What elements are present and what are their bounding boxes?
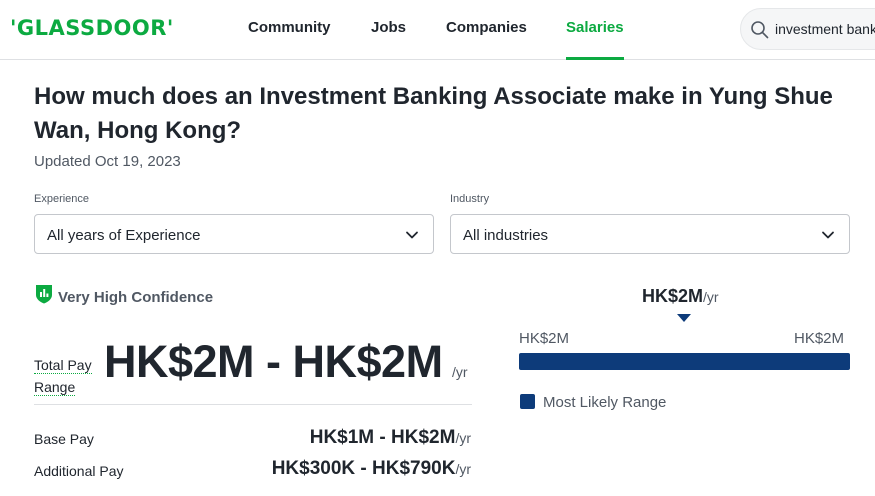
confidence-label: Very High Confidence — [58, 289, 214, 306]
base-pay-value: HK$1M - HK$2M/yr — [310, 427, 471, 449]
search-input[interactable]: investment bank — [740, 8, 875, 50]
legend-swatch — [520, 394, 535, 409]
nav-salaries[interactable]: Salaries — [566, 19, 624, 36]
updated-date: Updated Oct 19, 2023 — [34, 153, 181, 170]
top-navigation: 'GLASSDOOR' Community Jobs Companies Sal… — [0, 0, 875, 60]
page-title: How much does an Investment Banking Asso… — [34, 83, 833, 144]
experience-select[interactable]: All years of Experience — [34, 214, 434, 254]
additional-pay-value: HK$300K - HK$790K/yr — [272, 458, 471, 480]
industry-select[interactable]: All industries — [450, 214, 850, 254]
nav-companies[interactable]: Companies — [446, 19, 527, 36]
active-nav-indicator — [566, 57, 624, 60]
industry-value: All industries — [463, 227, 549, 244]
median-marker — [677, 314, 691, 322]
experience-value: All years of Experience — [47, 227, 201, 244]
glassdoor-logo[interactable]: 'GLASSDOOR' — [10, 16, 174, 40]
additional-pay-unit: /yr — [455, 461, 471, 477]
search-query: investment bank — [775, 21, 875, 37]
chevron-down-icon — [822, 231, 834, 239]
nav-community[interactable]: Community — [248, 19, 331, 36]
additional-pay-amount: HK$300K - HK$790K — [271, 458, 456, 479]
base-pay-unit: /yr — [455, 430, 471, 446]
legend-label: Most Likely Range — [543, 394, 667, 411]
median-pay: HK$2M/yr — [642, 286, 719, 307]
range-high-label: HK$2M — [794, 330, 845, 347]
nav-jobs[interactable]: Jobs — [371, 19, 406, 36]
experience-label: Experience — [34, 193, 90, 205]
base-pay-label: Base Pay — [34, 431, 94, 447]
chevron-down-icon — [406, 231, 418, 239]
industry-label: Industry — [450, 193, 490, 205]
most-likely-range-bar — [519, 353, 850, 370]
total-pay-label-text: Total Pay Range — [34, 357, 92, 396]
search-icon — [751, 21, 769, 39]
range-low-label: HK$2M — [519, 330, 570, 347]
total-pay-label[interactable]: Total Pay Range — [34, 354, 106, 398]
median-pay-unit: /yr — [703, 289, 719, 305]
divider — [34, 404, 472, 405]
shield-chart-icon — [36, 285, 52, 304]
median-pay-value: HK$2M — [642, 286, 704, 306]
additional-pay-label: Additional Pay — [34, 463, 124, 479]
base-pay-amount: HK$1M - HK$2M — [309, 427, 456, 448]
total-pay-unit: /yr — [452, 364, 468, 380]
total-pay-value: HK$2M - HK$2M — [104, 336, 443, 387]
